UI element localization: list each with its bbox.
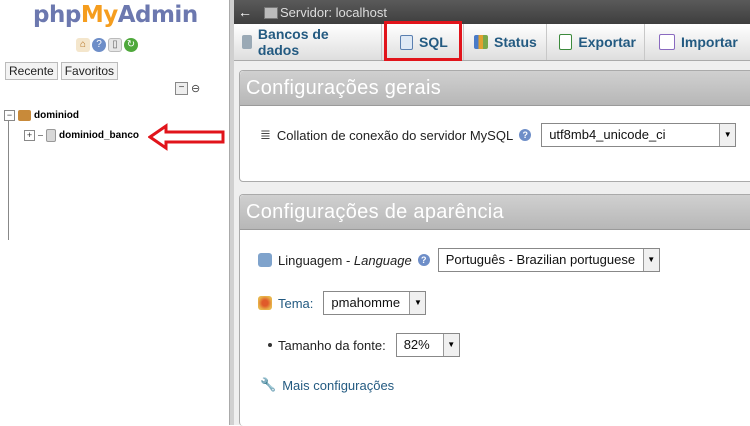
top-menu-tabs: Bancos de dados SQL Status Exportar Impo… xyxy=(234,24,750,61)
nav-tabs: Recente Favoritos xyxy=(5,62,119,80)
theme-label[interactable]: Tema: xyxy=(278,296,313,311)
tab-label: Bancos de dados xyxy=(257,26,329,58)
expand-icon[interactable]: + xyxy=(24,130,35,141)
database-icon xyxy=(242,35,252,49)
more-settings-row: 🔧 Mais configurações xyxy=(260,377,394,393)
theme-select[interactable]: pmahomme ▼ xyxy=(323,291,427,315)
collation-row: ≣ Collation de conexão do servidor MySQL… xyxy=(260,123,737,147)
database-group-icon xyxy=(18,110,31,121)
font-size-value: 82% xyxy=(403,337,430,352)
database-icon xyxy=(46,129,56,142)
language-select[interactable]: Português - Brazilian portuguese ▼ xyxy=(437,248,660,272)
language-label: Linguagem - Language xyxy=(278,252,412,268)
collapse-icon[interactable]: − xyxy=(4,110,15,121)
language-icon xyxy=(258,253,272,267)
tab-label: Exportar xyxy=(578,34,636,50)
tree-database-node[interactable]: + dominiod_banco xyxy=(24,129,139,142)
link-panels-icon[interactable]: ⊖ xyxy=(191,82,200,95)
tree-line xyxy=(8,120,9,240)
language-row: Linguagem - Language ? Português - Brazi… xyxy=(258,248,660,272)
more-settings-link[interactable]: Mais configurações xyxy=(282,378,394,393)
theme-row: Tema: pmahomme ▼ xyxy=(258,291,427,315)
font-size-select[interactable]: 82% ▼ xyxy=(395,333,460,357)
palette-icon xyxy=(258,296,272,310)
server-breadcrumb-bar: ← Servidor: localhost xyxy=(234,0,750,24)
chevron-down-icon[interactable]: ▼ xyxy=(409,292,426,314)
general-settings-title: Configurações gerais xyxy=(240,71,750,106)
chevron-down-icon[interactable]: ▼ xyxy=(719,124,736,146)
tab-status[interactable]: Status xyxy=(464,24,547,60)
theme-value: pmahomme xyxy=(331,295,401,310)
collation-label: Collation de conexão do servidor MySQL xyxy=(276,127,514,143)
help-icon[interactable]: ? xyxy=(519,129,532,141)
tab-label: Status xyxy=(494,34,537,50)
server-icon xyxy=(264,7,278,19)
breadcrumb-server[interactable]: Servidor: localhost xyxy=(280,5,387,20)
red-arrow-annotation xyxy=(148,123,225,151)
list-icon: ≣ xyxy=(260,127,271,142)
tree-server-label[interactable]: dominiod xyxy=(34,110,79,121)
language-value: Português - Brazilian portuguese xyxy=(445,252,636,267)
docs-icon[interactable]: ▯ xyxy=(108,38,122,52)
wrench-icon: 🔧 xyxy=(260,377,277,392)
tab-export[interactable]: Exportar xyxy=(547,24,645,60)
back-arrow-icon[interactable]: ← xyxy=(238,4,252,20)
tree-database-label[interactable]: dominiod_banco xyxy=(59,130,139,141)
chevron-down-icon[interactable]: ▼ xyxy=(642,249,659,271)
appearance-settings-title: Configurações de aparência xyxy=(240,195,750,230)
font-size-label: Tamanho da fonte: xyxy=(278,337,386,353)
tree-server-node[interactable]: − dominiod xyxy=(4,110,79,121)
tab-label: Importar xyxy=(681,34,738,50)
export-icon xyxy=(559,34,573,50)
nav-icon-bar: ⌂ ? ▯ ↻ xyxy=(76,38,138,52)
import-icon xyxy=(659,34,675,50)
chevron-down-icon[interactable]: ▼ xyxy=(442,334,459,356)
favorites-button[interactable]: Favoritos xyxy=(60,62,119,80)
tree-controls: − ⊖ xyxy=(175,82,200,95)
sql-tab-highlight-annotation xyxy=(384,21,462,61)
bullet xyxy=(268,343,272,347)
font-size-row: Tamanho da fonte: 82% ▼ xyxy=(268,333,460,357)
collation-select[interactable]: utf8mb4_unicode_ci ▼ xyxy=(541,123,737,147)
general-settings-panel: Configurações gerais ≣ Collation de cone… xyxy=(239,70,750,182)
main-panel: ← Servidor: localhost Bancos de dados SQ… xyxy=(234,0,750,426)
phpmyadmin-logo[interactable]: phpMyAdmin xyxy=(33,2,198,28)
help-icon[interactable]: ? xyxy=(417,254,430,266)
recent-button[interactable]: Recente xyxy=(5,62,58,80)
navigation-panel: phpMyAdmin ⌂ ? ▯ ↻ Recente Favoritos − ⊖… xyxy=(0,0,229,425)
home-icon[interactable]: ⌂ xyxy=(76,38,90,52)
collation-value: utf8mb4_unicode_ci xyxy=(549,127,666,142)
collapse-all-icon[interactable]: − xyxy=(175,82,188,95)
tab-import[interactable]: Importar xyxy=(645,24,750,60)
appearance-settings-panel: Configurações de aparência Linguagem - L… xyxy=(239,194,750,426)
status-icon xyxy=(474,35,488,49)
help-icon[interactable]: ? xyxy=(92,38,106,52)
reload-icon[interactable]: ↻ xyxy=(124,38,138,52)
tab-databases[interactable]: Bancos de dados xyxy=(234,24,382,60)
tree-connector xyxy=(38,135,43,136)
